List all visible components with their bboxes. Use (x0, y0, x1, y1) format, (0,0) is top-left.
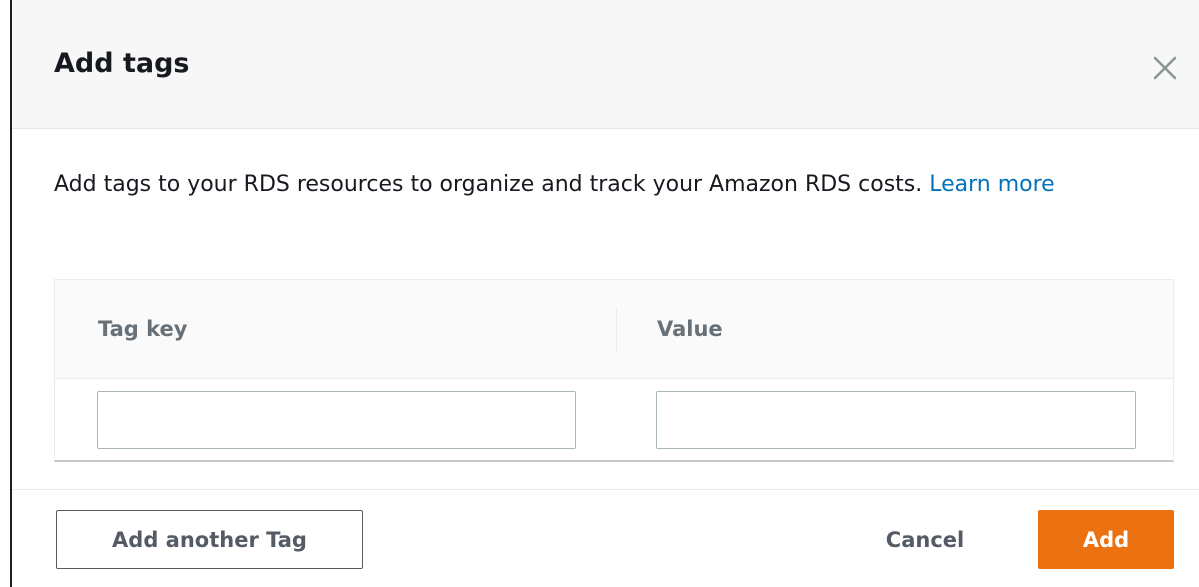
tag-value-input[interactable] (656, 391, 1136, 449)
add-another-tag-button[interactable]: Add another Tag (56, 510, 363, 569)
dialog-header: Add tags (12, 0, 1199, 129)
column-header-value: Value (657, 317, 723, 341)
dialog-description: Add tags to your RDS resources to organi… (54, 166, 1154, 204)
column-header-tag-key: Tag key (98, 317, 188, 341)
add-tags-dialog: Add tags Add tags to your RDS resources … (10, 0, 1199, 587)
dialog-title: Add tags (54, 48, 190, 79)
close-button[interactable] (1151, 54, 1179, 82)
description-text: Add tags to your RDS resources to organi… (54, 172, 923, 197)
cancel-button[interactable]: Cancel (860, 510, 990, 569)
close-icon (1153, 56, 1177, 80)
table-header: Tag key Value (55, 280, 1173, 379)
footer-divider (12, 489, 1199, 490)
tag-table: Tag key Value (54, 279, 1174, 462)
add-button[interactable]: Add (1038, 510, 1174, 569)
learn-more-link[interactable]: Learn more (929, 172, 1054, 197)
column-divider (616, 308, 617, 352)
tag-key-input[interactable] (97, 391, 576, 449)
